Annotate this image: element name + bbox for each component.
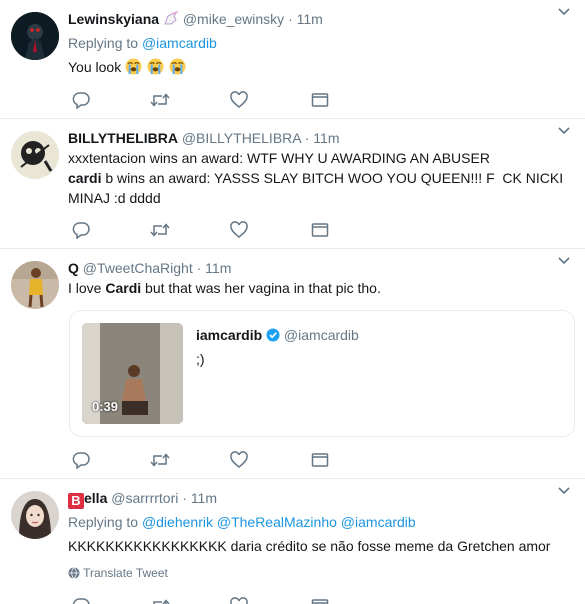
loudly-crying-face-icon	[169, 58, 187, 75]
like-icon[interactable]	[230, 597, 248, 604]
mention-link[interactable]: @TheRealMazinho	[217, 514, 337, 530]
quoted-tweet-card[interactable]: 0:39 iamcardib @iamcardib ;)	[69, 310, 575, 437]
tweet[interactable]: Q @TweetChaRight · 11m I love Cardi but …	[0, 249, 585, 479]
retweet-icon[interactable]	[150, 451, 170, 469]
tweet[interactable]: BILLYTHELIBRA @BILLYTHELIBRA · 11m xxxte…	[0, 119, 585, 249]
retweet-icon[interactable]	[150, 91, 170, 109]
dm-icon[interactable]	[311, 91, 329, 109]
loudly-crying-face-icon	[147, 58, 169, 75]
retweet-icon[interactable]	[150, 597, 170, 604]
display-name[interactable]: BILLYTHELIBRA	[68, 130, 178, 146]
video-thumbnail[interactable]: 0:39	[82, 323, 183, 424]
avatar[interactable]	[11, 261, 59, 309]
chevron-down-icon[interactable]	[557, 4, 571, 18]
username[interactable]: @sarrrrtori	[111, 490, 178, 506]
timestamp[interactable]: 11m	[297, 11, 323, 27]
timestamp[interactable]: 11m	[205, 260, 231, 276]
bold-b-badge-icon: B	[68, 493, 84, 509]
display-name[interactable]: Lewinskyiana	[68, 11, 159, 27]
retweet-icon[interactable]	[150, 221, 170, 239]
separator: ·	[304, 130, 310, 146]
separator: ·	[196, 260, 202, 276]
translate-tweet-link[interactable]: Translate Tweet	[68, 565, 575, 581]
tweet[interactable]: Lewinskyiana @mike_ewinsky · 11m Replyin…	[0, 0, 585, 119]
replying-to-label: Replying to	[68, 35, 139, 51]
tweet[interactable]: Bella @sarrrrtori · 11m Replying to @die…	[0, 479, 585, 604]
separator: ·	[182, 490, 187, 506]
reply-icon[interactable]	[72, 221, 90, 240]
username[interactable]: @TweetChaRight	[83, 260, 193, 276]
chevron-down-icon[interactable]	[557, 253, 571, 267]
separator: ·	[288, 11, 293, 27]
reply-icon[interactable]	[72, 451, 90, 470]
timestamp[interactable]: 11m	[191, 490, 217, 506]
highlighted-term: cardi	[68, 170, 102, 186]
loudly-crying-face-icon	[125, 58, 147, 75]
like-icon[interactable]	[230, 451, 248, 469]
translate-tweet-label[interactable]: Translate Tweet	[83, 566, 168, 580]
quoted-display-name[interactable]: iamcardib	[196, 327, 262, 343]
avatar[interactable]	[11, 491, 59, 539]
verified-badge-icon	[266, 327, 284, 343]
avatar[interactable]	[11, 131, 59, 179]
username[interactable]: @BILLYTHELIBRA	[182, 130, 301, 146]
quoted-username[interactable]: @iamcardib	[284, 327, 359, 343]
tweet-text: KKKKKKKKKKKKKKKKK daria crédito se não f…	[68, 538, 551, 554]
globe-icon	[68, 566, 83, 580]
mention-link[interactable]: @diehenrik	[142, 514, 213, 530]
reply-icon[interactable]	[72, 597, 90, 604]
dm-icon[interactable]	[311, 221, 329, 239]
like-icon[interactable]	[230, 91, 248, 109]
display-name[interactable]: ella	[84, 490, 107, 506]
tweet-text: xxxtentacion wins an award: WTF WHY U AW…	[68, 150, 564, 206]
timestamp[interactable]: 11m	[313, 130, 339, 146]
mention-link[interactable]: @iamcardib	[341, 514, 416, 530]
tweet-text: I love Cardi but that was her vagina in …	[68, 280, 381, 296]
chevron-down-icon[interactable]	[557, 483, 571, 497]
reply-icon[interactable]	[72, 91, 90, 110]
display-name[interactable]: Q	[68, 260, 79, 276]
dm-icon[interactable]	[311, 451, 329, 469]
mention-link[interactable]: @iamcardib	[142, 35, 217, 51]
like-icon[interactable]	[230, 221, 248, 239]
username[interactable]: @mike_ewinsky	[183, 11, 284, 27]
avatar[interactable]	[11, 12, 59, 60]
highlighted-term: Cardi	[105, 280, 142, 296]
unicorn-icon	[163, 10, 183, 27]
quoted-tweet-text: ;)	[196, 351, 205, 367]
video-duration: 0:39	[92, 399, 119, 414]
dm-icon[interactable]	[311, 597, 329, 604]
replying-to-label: Replying to	[68, 514, 139, 530]
chevron-down-icon[interactable]	[557, 123, 571, 137]
tweet-text: You look	[68, 57, 575, 77]
